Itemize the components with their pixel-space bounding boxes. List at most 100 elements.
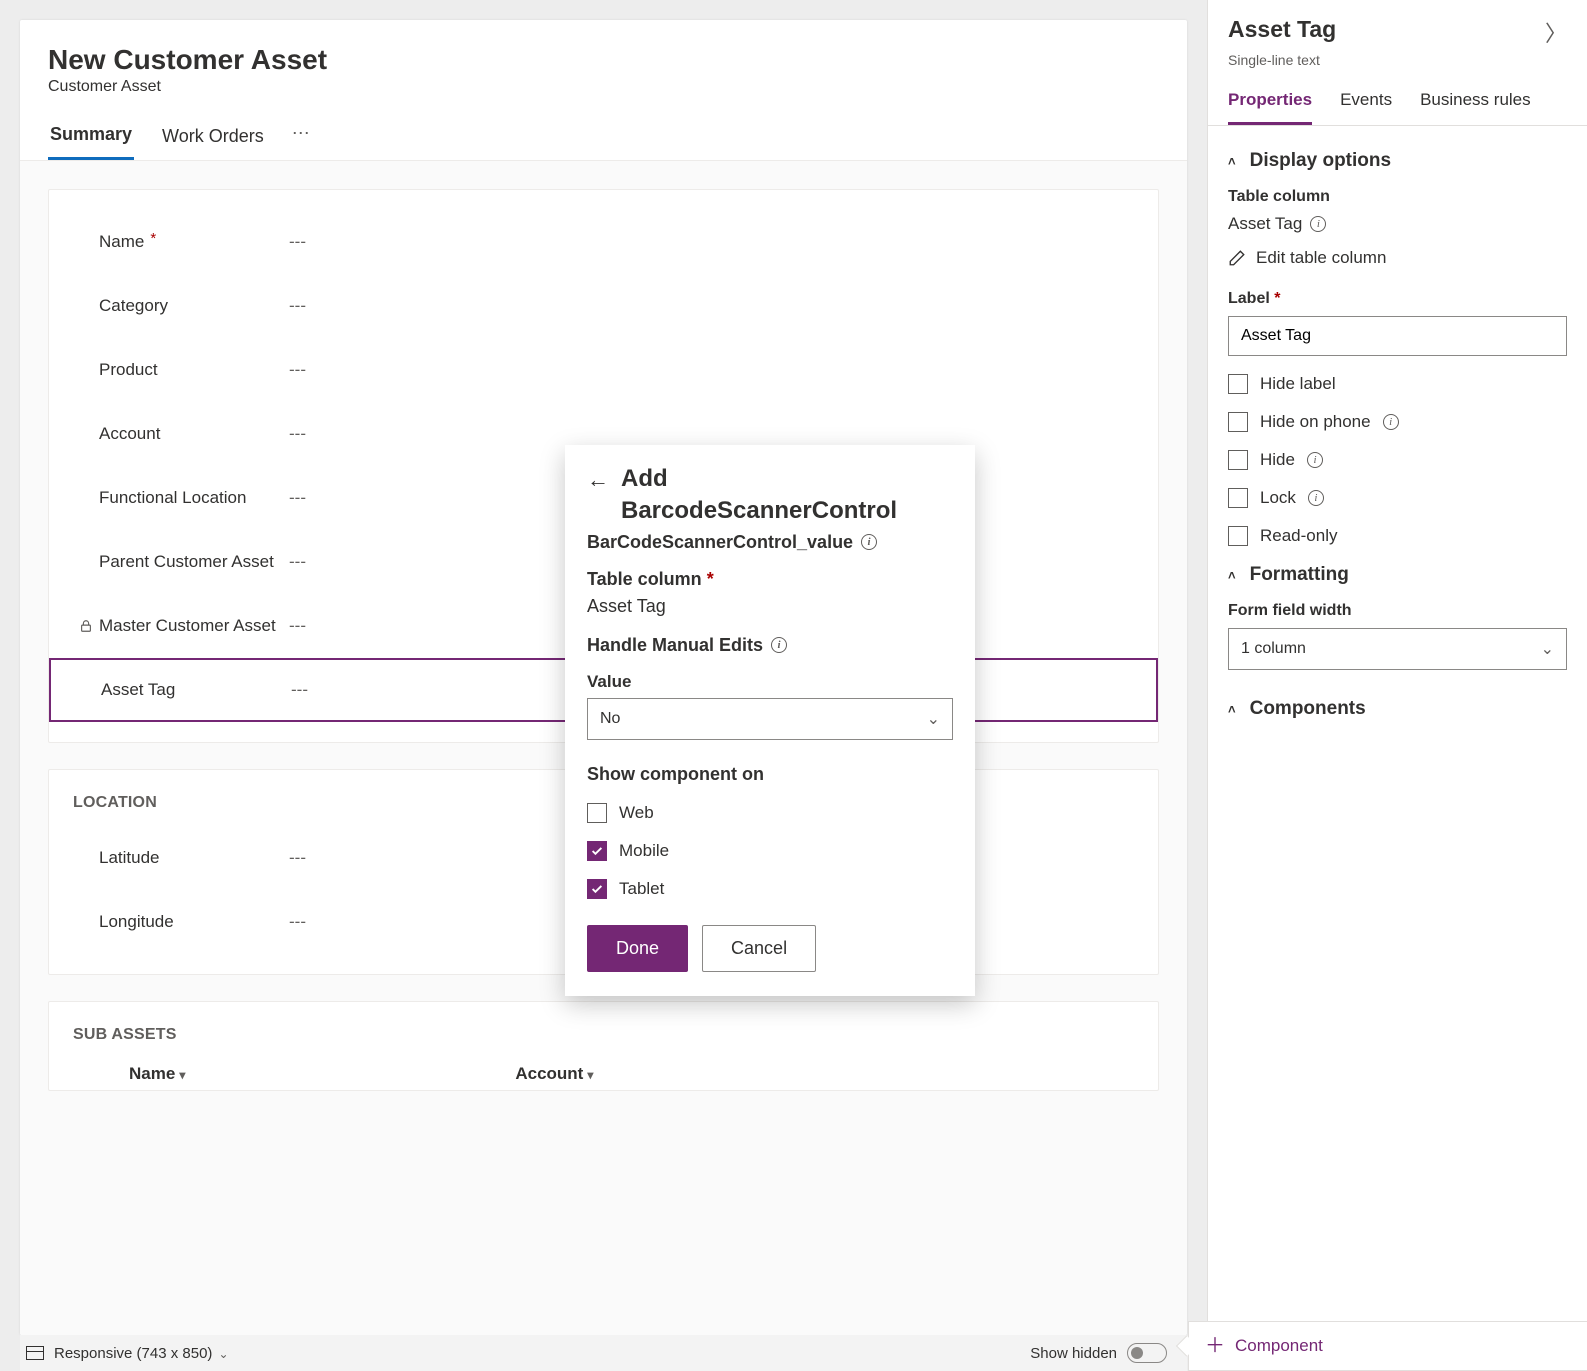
field-label: Account [99,424,289,444]
form-field-width-label: Form field width [1228,602,1567,620]
field-label: Asset Tag [101,680,291,700]
field-label: Longitude [99,912,289,932]
platform-tablet[interactable]: Tablet [587,879,953,899]
done-button[interactable]: Done [587,925,688,972]
field-value: --- [289,296,306,316]
chevron-down-icon: ▾ [179,1068,185,1082]
info-icon[interactable]: i [771,637,787,653]
pencil-icon [1228,249,1246,267]
chevron-down-icon: ⌄ [927,709,940,729]
info-icon[interactable]: i [1310,216,1326,232]
checkbox-hide-on-phone[interactable]: Hide on phone i [1228,412,1567,432]
checkbox-icon [1228,374,1248,394]
show-hidden-toggle[interactable] [1127,1343,1167,1363]
chevron-up-icon: ˄ [1228,702,1236,717]
field-product[interactable]: Product --- [49,338,1158,402]
checkbox-lock[interactable]: Lock i [1228,488,1567,508]
field-label: Parent Customer Asset [99,552,289,572]
checkbox-icon [1228,526,1248,546]
field-label: Latitude [99,848,289,868]
field-label: Functional Location [99,488,289,508]
label-input[interactable] [1228,316,1567,356]
chevron-up-icon: ˄ [1228,568,1236,583]
add-component-button[interactable]: ＋ Component [1188,1321,1587,1371]
section-display-options[interactable]: ˄ Display options [1228,150,1567,172]
checkbox-read-only[interactable]: Read-only [1228,526,1567,546]
layout-icon [26,1346,44,1360]
field-value: --- [289,488,306,508]
value-label: Value [587,672,953,692]
info-icon[interactable]: i [861,534,877,550]
props-title: Asset Tag [1228,16,1336,43]
back-arrow-icon[interactable]: ← [587,465,609,496]
chevron-down-icon: ▾ [587,1068,593,1082]
page-title: New Customer Asset [20,20,1187,76]
required-icon: * [150,230,156,247]
properties-panel: Asset Tag 〉 Single-line text Properties … [1207,0,1587,1371]
checkbox-checked-icon [587,879,607,899]
popup-table-column-value: Asset Tag [587,596,953,617]
column-header-name[interactable]: Name▾ [129,1064,185,1084]
checkbox-hide[interactable]: Hide i [1228,450,1567,470]
lock-icon [73,619,99,633]
field-value: --- [289,616,306,636]
section-components[interactable]: ˄ Components [1228,698,1567,720]
tab-summary[interactable]: Summary [48,116,134,160]
checkbox-icon [1228,488,1248,508]
section-formatting[interactable]: ˄ Formatting [1228,564,1567,586]
field-category[interactable]: Category --- [49,274,1158,338]
field-value: --- [289,848,306,868]
checkbox-checked-icon [587,841,607,861]
chevron-down-icon: ⌄ [1541,639,1554,659]
collapse-panel-icon[interactable]: 〉 [1545,16,1567,48]
info-icon[interactable]: i [1308,490,1324,506]
status-bar: Responsive (743 x 850)⌄ Show hidden [20,1335,1187,1371]
popup-table-column-label: Table column * [587,569,953,590]
popup-subtitle: BarCodeScannerControl_value [587,532,853,553]
table-column-label: Table column [1228,188,1567,206]
table-column-value: Asset Tag [1228,214,1302,234]
value-select[interactable]: No ⌄ [587,698,953,740]
chevron-up-icon: ˄ [1228,154,1236,169]
field-label: Name [99,232,144,251]
field-value: --- [289,912,306,932]
field-name[interactable]: Name * --- [49,210,1158,274]
chevron-down-icon: ⌄ [218,1347,228,1361]
more-tabs-icon[interactable]: ⋯ [292,123,310,154]
checkbox-icon [1228,450,1248,470]
field-value: --- [289,552,306,572]
plus-icon: ＋ [1205,1336,1225,1356]
field-label: Category [99,296,289,316]
form-field-width-select[interactable]: 1 column ⌄ [1228,628,1567,670]
label-field-label: Label * [1228,290,1567,308]
props-subtitle: Single-line text [1208,52,1587,74]
props-tab-business-rules[interactable]: Business rules [1420,84,1531,125]
field-value: --- [291,680,308,700]
column-header-account[interactable]: Account▾ [515,1064,593,1084]
props-tab-properties[interactable]: Properties [1228,84,1312,125]
platform-web[interactable]: Web [587,803,953,823]
responsive-mode-label[interactable]: Responsive (743 x 850)⌄ [54,1345,229,1362]
checkbox-hide-label[interactable]: Hide label [1228,374,1567,394]
tab-work-orders[interactable]: Work Orders [160,118,266,159]
section-title: SUB ASSETS [49,1022,1158,1058]
field-label: Master Customer Asset [99,616,289,636]
platform-mobile[interactable]: Mobile [587,841,953,861]
field-value: --- [289,424,306,444]
props-tab-events[interactable]: Events [1340,84,1392,125]
field-value: --- [289,360,306,380]
field-label: Product [99,360,289,380]
checkbox-icon [1228,412,1248,432]
checkbox-icon [587,803,607,823]
info-icon[interactable]: i [1383,414,1399,430]
field-value: --- [289,232,306,252]
form-tabs: Summary Work Orders ⋯ [20,104,1187,161]
add-component-popup: ← Add BarcodeScannerControl BarCodeScann… [565,445,975,996]
cancel-button[interactable]: Cancel [702,925,816,972]
show-component-on-label: Show component on [587,764,953,785]
info-icon[interactable]: i [1307,452,1323,468]
popup-title: Add BarcodeScannerControl [621,463,897,528]
show-hidden-label: Show hidden [1030,1345,1117,1362]
section-sub-assets: SUB ASSETS Name▾ Account▾ [48,1001,1159,1091]
edit-table-column-link[interactable]: Edit table column [1228,248,1567,268]
